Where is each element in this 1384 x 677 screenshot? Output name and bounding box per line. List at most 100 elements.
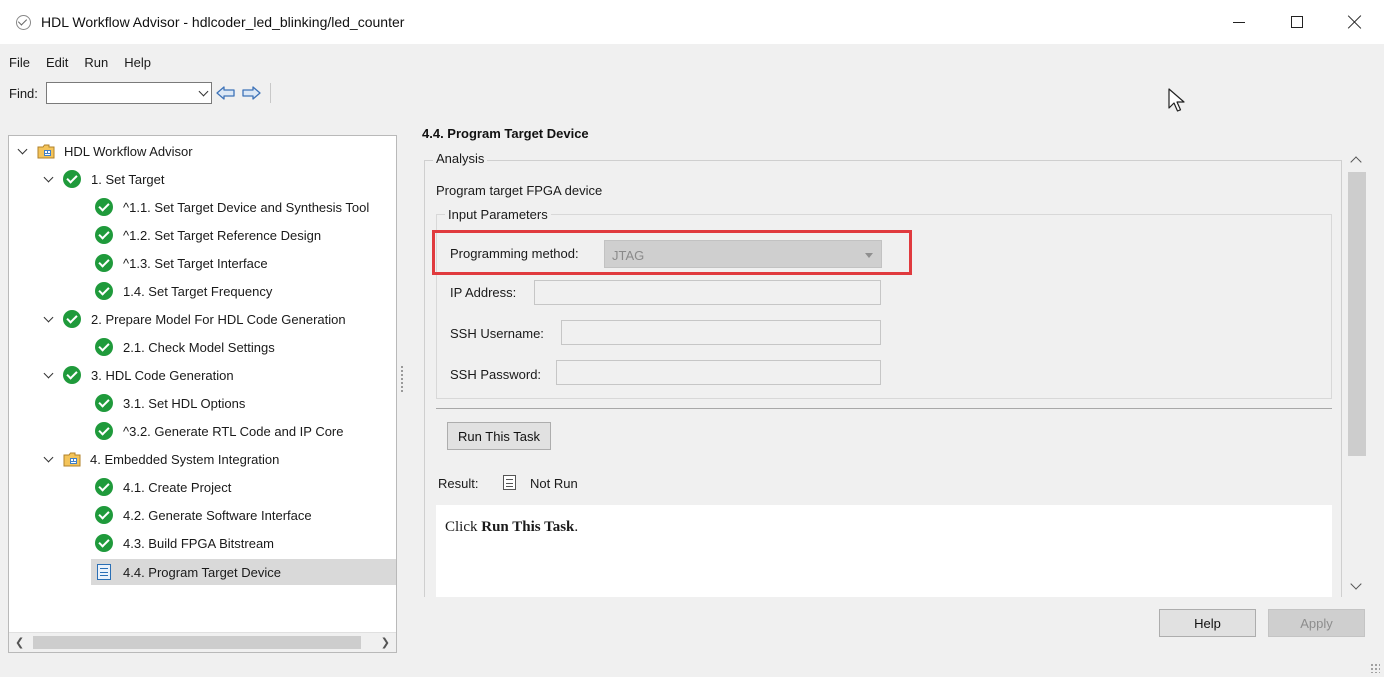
check-icon — [95, 478, 113, 496]
menu-help[interactable]: Help — [124, 55, 151, 70]
tree-item-label: 3.1. Set HDL Options — [123, 395, 246, 411]
tree-item-label: ^1.3. Set Target Interface — [123, 255, 268, 271]
tree-item-set-target[interactable]: 1. Set Target — [41, 166, 164, 192]
document-icon — [503, 475, 516, 490]
app-icon — [16, 14, 31, 30]
scrollbar-thumb[interactable] — [33, 636, 361, 649]
tree-item[interactable]: 2.1. Check Model Settings — [95, 334, 275, 360]
close-button[interactable] — [1326, 0, 1384, 44]
tree-item[interactable]: 4.3. Build FPGA Bitstream — [95, 530, 274, 556]
check-icon — [95, 282, 113, 300]
folder-icon — [37, 144, 55, 158]
scroll-left-icon[interactable]: ❮ — [15, 636, 24, 649]
menu-file[interactable]: File — [9, 55, 30, 70]
tree-item[interactable]: 3.1. Set HDL Options — [95, 390, 245, 416]
tree-item[interactable]: ^1.3. Set Target Interface — [95, 250, 268, 276]
check-icon — [63, 310, 81, 328]
arrow-left-icon — [216, 86, 235, 100]
title-bar: HDL Workflow Advisor - hdlcoder_led_blin… — [0, 0, 1384, 44]
result-status: Not Run — [530, 476, 578, 491]
chevron-down-icon[interactable] — [41, 452, 55, 462]
check-icon — [95, 506, 113, 524]
chevron-down-icon[interactable] — [41, 172, 55, 182]
ssh-username-field[interactable] — [561, 320, 881, 345]
check-icon — [95, 198, 113, 216]
document-icon — [97, 564, 111, 580]
find-label: Find: — [9, 85, 38, 101]
tree-item[interactable]: 4.2. Generate Software Interface — [95, 502, 312, 528]
tree-item-hdl-code-generation[interactable]: 3. HDL Code Generation — [41, 362, 234, 388]
check-icon — [95, 534, 113, 552]
ip-address-label: IP Address: — [450, 285, 517, 300]
menu-run[interactable]: Run — [84, 55, 108, 70]
check-icon — [95, 422, 113, 440]
tree-item-label: ^1.1. Set Target Device and Synthesis To… — [123, 199, 370, 215]
tree-item-embedded-system-integration[interactable]: 4. Embedded System Integration — [41, 446, 279, 472]
tree-item-label: 1. Set Target — [91, 171, 165, 187]
find-next-button[interactable] — [240, 84, 262, 102]
check-icon — [95, 254, 113, 272]
apply-button[interactable]: Apply — [1268, 609, 1365, 637]
tree-item[interactable]: 4.1. Create Project — [95, 474, 231, 500]
window-controls — [1210, 0, 1384, 44]
panel-splitter[interactable] — [401, 366, 403, 394]
toolbar-separator — [269, 83, 271, 103]
mouse-cursor-icon — [1168, 88, 1185, 112]
tree-item[interactable]: ^3.2. Generate RTL Code and IP Core — [95, 418, 344, 444]
chevron-down-icon[interactable] — [41, 368, 55, 378]
maximize-button[interactable] — [1268, 0, 1326, 44]
tree-item-label: 4.1. Create Project — [123, 479, 232, 495]
scroll-right-icon[interactable]: ❯ — [381, 636, 390, 649]
page-title: 4.4. Program Target Device — [422, 126, 589, 141]
run-this-task-button[interactable]: Run This Task — [447, 422, 551, 450]
check-icon — [63, 366, 81, 384]
chevron-down-icon[interactable] — [41, 312, 55, 322]
chevron-down-icon[interactable] — [198, 86, 209, 97]
check-icon — [95, 338, 113, 356]
scroll-up-icon[interactable] — [1350, 156, 1362, 168]
chevron-down-icon[interactable] — [15, 144, 29, 154]
tree-horizontal-scrollbar[interactable]: ❮ ❯ — [9, 632, 396, 652]
check-icon — [95, 226, 113, 244]
highlight-box — [432, 230, 912, 275]
tree-item-label: HDL Workflow Advisor — [64, 143, 193, 159]
tree-item-prepare-model[interactable]: 2. Prepare Model For HDL Code Generation — [41, 306, 346, 332]
divider — [436, 408, 1332, 409]
find-previous-button[interactable] — [215, 84, 237, 102]
tree-item[interactable]: ^1.1. Set Target Device and Synthesis To… — [95, 194, 369, 220]
tree-item-label: 2.1. Check Model Settings — [123, 339, 275, 355]
scrollbar-thumb[interactable] — [1348, 172, 1366, 456]
minimize-button[interactable] — [1210, 0, 1268, 44]
tree-item[interactable]: ^1.2. Set Target Reference Design — [95, 222, 321, 248]
maximize-icon — [1291, 16, 1303, 28]
menu-bar: File Edit Run Help — [0, 50, 167, 74]
ssh-password-label: SSH Password: — [450, 367, 542, 382]
analysis-label: Analysis — [433, 151, 488, 166]
tree-item-label: ^1.2. Set Target Reference Design — [123, 227, 322, 243]
input-parameters-label: Input Parameters — [445, 207, 551, 222]
folder-icon — [63, 452, 81, 466]
task-description: Program target FPGA device — [436, 183, 603, 198]
tree-item[interactable]: 1.4. Set Target Frequency — [95, 278, 272, 304]
help-button[interactable]: Help — [1159, 609, 1256, 637]
tree-item-label: 3. HDL Code Generation — [91, 367, 234, 383]
result-message: Click Run This Task. — [445, 519, 579, 535]
ssh-password-field[interactable] — [556, 360, 881, 385]
tree-item-selected[interactable]: 4.4. Program Target Device — [91, 559, 396, 585]
scroll-down-icon[interactable] — [1350, 578, 1362, 590]
tree-item-label: 4. Embedded System Integration — [90, 451, 280, 467]
tree-item-label: 2. Prepare Model For HDL Code Generation — [91, 311, 346, 327]
tree-item-root[interactable]: HDL Workflow Advisor — [15, 138, 193, 164]
ip-address-field[interactable] — [534, 280, 881, 305]
window-title: HDL Workflow Advisor - hdlcoder_led_blin… — [41, 14, 405, 30]
tree-item-label: 4.3. Build FPGA Bitstream — [123, 535, 275, 551]
resize-grip-icon[interactable] — [1370, 663, 1380, 673]
check-icon — [95, 394, 113, 412]
menu-edit[interactable]: Edit — [46, 55, 68, 70]
content-vertical-scrollbar[interactable] — [1344, 150, 1369, 597]
minimize-icon — [1233, 21, 1245, 23]
arrow-right-icon — [242, 86, 261, 100]
find-input[interactable] — [45, 82, 212, 104]
ssh-username-label: SSH Username: — [450, 326, 544, 341]
result-message-area: Click Run This Task. — [436, 505, 1332, 597]
